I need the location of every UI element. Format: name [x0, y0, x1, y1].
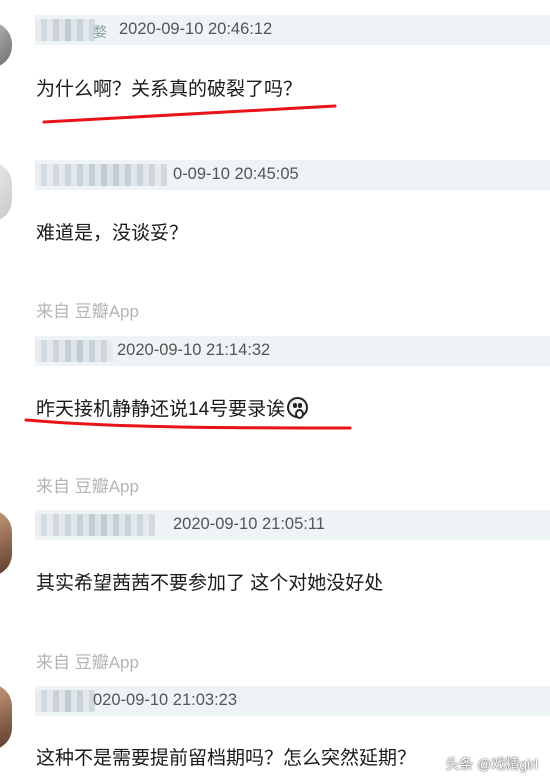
avatar[interactable] — [0, 684, 12, 750]
underline-comment-3 — [24, 418, 352, 430]
comment-meta: 2020-09-10 21:14:32 — [35, 336, 550, 366]
source-label: 来自 豆瓣App — [36, 477, 139, 496]
comment-text: 为什么啊？关系真的破裂了吗？ — [36, 79, 303, 100]
source-label: 来自 豆瓣App — [36, 302, 139, 321]
comment-meta: 0-09-10 20:45:05 — [35, 160, 550, 190]
comment-meta: 婺 2020-09-10 20:46:12 — [35, 15, 550, 45]
avatar[interactable] — [0, 510, 12, 576]
watermark: 头条 @戏精girl — [445, 756, 538, 772]
timestamp: 2020-09-10 20:46:12 — [119, 20, 273, 38]
comment-text: 昨天接机静静还说14号要录诶 — [36, 394, 309, 421]
avatar[interactable] — [0, 22, 12, 68]
comment-meta: 2020-09-10 21:05:11 — [35, 510, 550, 540]
comment-meta: 020-09-10 21:03:23 — [35, 686, 550, 716]
username-blurred[interactable] — [35, 164, 167, 186]
username-blurred[interactable] — [35, 690, 95, 712]
comment-text-body: 昨天接机静静还说14号要录诶 — [36, 399, 286, 420]
timestamp: 0-09-10 20:45:05 — [173, 165, 299, 183]
timestamp: 2020-09-10 21:05:11 — [173, 515, 325, 533]
username-blurred[interactable] — [35, 340, 113, 362]
source-label: 来自 豆瓣App — [36, 653, 139, 672]
username-blurred[interactable] — [35, 19, 95, 41]
username-blurred[interactable] — [35, 514, 155, 536]
timestamp: 2020-09-10 21:14:32 — [117, 341, 271, 359]
username-fragment: 婺 — [93, 24, 107, 40]
scream-emoji-icon — [287, 397, 309, 419]
comment-text: 这种不是需要提前留档期吗？怎么突然延期？ — [36, 748, 417, 769]
timestamp: 020-09-10 21:03:23 — [93, 691, 238, 709]
underline-comment-1 — [42, 104, 337, 124]
avatar[interactable] — [0, 162, 12, 222]
comment-text: 其实希望茜茜不要参加了 这个对她没好处 — [36, 573, 384, 594]
comment-text: 难道是，没谈妥？ — [36, 223, 189, 244]
